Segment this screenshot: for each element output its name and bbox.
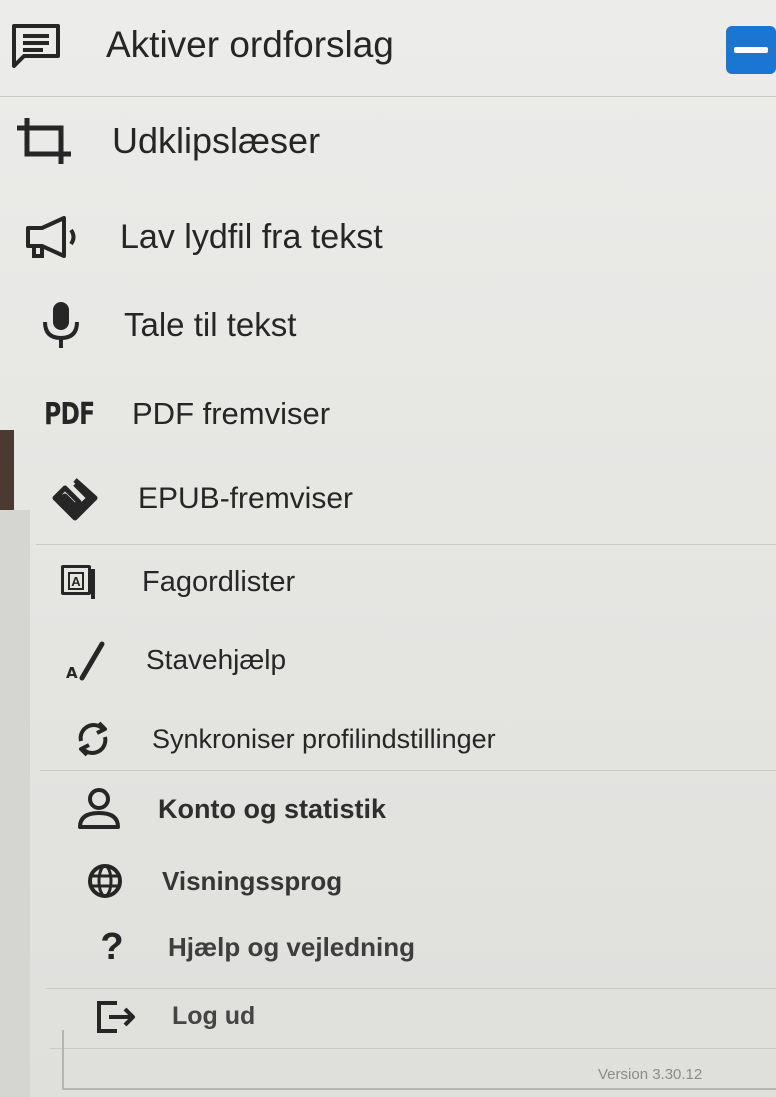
- divider: [0, 96, 776, 97]
- menu-item-label: Visningssprog: [162, 865, 343, 896]
- menu-item-audio-from-text[interactable]: Lav lydfil fra tekst: [24, 210, 383, 264]
- menu-item-sync-profile[interactable]: Synkroniser profilindstillinger: [72, 716, 496, 762]
- menu-item-label: Fagordlister: [142, 565, 296, 598]
- menu-item-epub-viewer[interactable]: EPUB-fremviser: [48, 474, 353, 524]
- menu-item-spelling-help[interactable]: A Stavehjælp: [64, 636, 286, 684]
- spelling-icon: A: [64, 638, 112, 682]
- toggle-minus-icon: [734, 47, 768, 53]
- word-suggestions-toggle[interactable]: [726, 26, 776, 74]
- menu-item-label: Synkroniser profilindstillinger: [152, 723, 496, 754]
- menu-item-subject-word-lists[interactable]: A Fagordlister: [56, 558, 295, 606]
- side-menu-panel: Aktiver ordforslag Udklipslæser Lav lydf…: [0, 0, 776, 1097]
- menu-item-help-guidance[interactable]: ? Hjælp og vejledning: [92, 924, 415, 970]
- divider: [36, 544, 776, 545]
- epub-icon: [48, 476, 102, 522]
- divider: [40, 770, 776, 771]
- menu-item-display-language[interactable]: Visningssprog: [84, 858, 342, 904]
- logout-icon: [94, 996, 138, 1036]
- menu-item-label: Udklipslæser: [112, 120, 321, 161]
- menu-item-label: Stavehjælp: [146, 644, 287, 675]
- help-icon: ?: [100, 925, 124, 968]
- divider: [46, 988, 776, 989]
- version-label: Version 3.30.12: [598, 1066, 703, 1083]
- menu-border: [62, 1030, 64, 1090]
- microphone-icon: [38, 300, 84, 350]
- divider: [50, 1048, 776, 1049]
- svg-text:A: A: [66, 664, 78, 682]
- menu-border: [64, 1088, 776, 1090]
- menu-item-label: PDF fremviser: [132, 396, 331, 431]
- menu-item-clipboard-reader[interactable]: Udklipslæser: [14, 113, 320, 169]
- menu-item-label: Lav lydfil fra tekst: [120, 217, 383, 256]
- megaphone-icon: [24, 213, 80, 261]
- menu-item-label: Hjælp og vejledning: [168, 931, 416, 962]
- crop-icon: [14, 115, 74, 167]
- menu-item-label: EPUB-fremviser: [138, 482, 354, 515]
- menu-item-label: Konto og statistik: [158, 793, 386, 824]
- menu-item-label: Aktiver ordforslag: [106, 24, 394, 65]
- menu-item-account-statistics[interactable]: Konto og statistik: [76, 786, 386, 832]
- menu-item-label: Log ud: [172, 1001, 256, 1030]
- pdf-icon: PDF: [43, 396, 95, 432]
- menu-item-log-out[interactable]: Log ud: [94, 994, 255, 1038]
- menu-item-speech-to-text[interactable]: Tale til tekst: [38, 298, 296, 352]
- dictionary-icon: A: [56, 560, 100, 604]
- menu-item-word-suggestions[interactable]: Aktiver ordforslag: [8, 18, 394, 72]
- menu-item-label: Tale til tekst: [124, 306, 297, 343]
- background-edge: [0, 430, 14, 510]
- background-strip: [0, 510, 30, 1097]
- globe-icon: [84, 860, 126, 902]
- word-suggestions-icon: [8, 20, 64, 70]
- person-icon: [76, 787, 122, 831]
- menu-item-pdf-viewer[interactable]: PDF PDF fremviser: [40, 388, 330, 440]
- sync-icon: [72, 718, 114, 760]
